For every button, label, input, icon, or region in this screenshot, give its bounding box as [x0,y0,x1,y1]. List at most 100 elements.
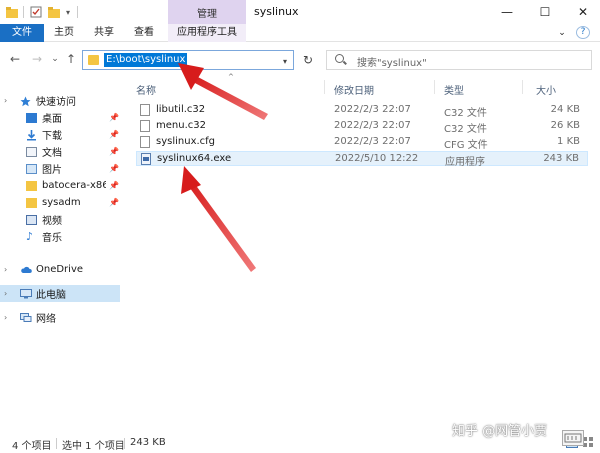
desktop-icon [26,112,37,123]
tab-file[interactable]: 文件 [0,24,44,42]
tab-share[interactable]: 共享 [88,24,120,42]
status-divider [124,438,125,449]
file-list-pane: ^ 名称 修改日期 类型 大小 libutil.c32 2022/2/3 22:… [124,73,594,428]
nav-item-quick-access[interactable]: › 快速访问 [0,92,120,109]
file-size: 1 KB [557,136,580,147]
expand-icon[interactable]: › [4,313,7,322]
qa-separator-2 [76,5,78,19]
column-header-date[interactable]: 修改日期 [334,82,374,97]
pin-icon: 📌 [109,147,119,156]
nav-label: batocera-x86_6 [42,180,106,191]
nav-item-desktop[interactable]: 桌面 📌 [0,109,120,126]
nav-label: sysadm [42,197,81,208]
file-icon [140,104,150,116]
nav-item-network[interactable]: › 网络 [0,309,120,326]
column-divider[interactable] [434,80,435,94]
file-date: 2022/2/3 22:07 [334,120,411,131]
qa-customize-icon[interactable]: ▾ [64,5,72,19]
column-header-type[interactable]: 类型 [444,82,464,97]
file-date: 2022/2/3 22:07 [334,136,411,147]
watermark-logo [562,430,584,446]
computer-icon [20,288,32,299]
file-row[interactable]: libutil.c32 2022/2/3 22:07 C32 文件 24 KB [136,103,588,119]
nav-item-documents[interactable]: 文档 📌 [0,143,120,160]
recent-locations-button[interactable]: ⌄ [48,52,62,66]
file-type: 应用程序 [445,157,485,168]
file-name: libutil.c32 [156,104,206,115]
file-icon [140,136,150,148]
address-row: ← → ⌄ ↑ E:\boot\syslinux ▾ ↻ 搜索"syslinux… [0,42,600,76]
column-divider[interactable] [522,80,523,94]
tab-app-tools[interactable]: 应用程序工具 [168,24,246,42]
expand-icon[interactable]: › [4,96,7,105]
nav-label: 图片 [42,165,62,176]
nav-label: 音乐 [42,233,62,244]
title-bar: ▾ 管理 syslinux — ☐ ✕ [0,0,600,24]
documents-icon [26,146,37,157]
back-button[interactable]: ← [8,52,22,66]
minimize-button[interactable]: — [492,2,522,22]
column-divider[interactable] [324,80,325,94]
folder-icon [26,197,37,208]
file-size: 26 KB [550,120,580,131]
address-dropdown-icon[interactable]: ▾ [283,57,287,66]
nav-item-batocera[interactable]: batocera-x86_6 📌 [0,177,120,194]
expand-icon[interactable]: › [4,289,7,298]
item-count: 4 个项目 [12,441,52,452]
address-input[interactable]: E:\boot\syslinux [82,50,294,70]
nav-label: 网络 [36,314,56,325]
nav-item-onedrive[interactable]: › OneDrive [0,261,120,278]
file-size: 24 KB [550,104,580,115]
download-icon [26,129,37,140]
nav-label: 此电脑 [36,290,66,301]
nav-item-downloads[interactable]: 下载 📌 [0,126,120,143]
file-type: C32 文件 [444,124,487,135]
ribbon-tabs: 文件 主页 共享 查看 应用程序工具 ⌄ ? [0,24,600,42]
file-row[interactable]: syslinux.cfg 2022/2/3 22:07 CFG 文件 1 KB [136,135,588,151]
nav-item-sysadm[interactable]: sysadm 📌 [0,194,120,211]
tab-view[interactable]: 查看 [128,24,160,42]
star-icon [20,96,31,106]
help-icon[interactable]: ? [576,26,590,39]
close-button[interactable]: ✕ [568,2,598,22]
network-icon [20,312,32,323]
new-folder-icon[interactable] [48,5,60,19]
file-name: menu.c32 [156,120,206,131]
file-type: C32 文件 [444,108,487,119]
pin-icon: 📌 [109,181,119,190]
maximize-button[interactable]: ☐ [530,2,560,22]
nav-item-this-pc[interactable]: › 此电脑 [0,285,120,302]
expand-icon[interactable]: › [4,265,7,274]
forward-button[interactable]: → [30,52,44,66]
nav-label: 下载 [42,131,62,142]
sort-indicator-icon: ^ [228,73,234,81]
search-input[interactable]: 搜索"syslinux" [326,50,592,70]
pin-icon: 📌 [109,113,119,122]
window-title: syslinux [254,5,299,18]
tab-home[interactable]: 主页 [48,24,80,42]
file-date: 2022/5/10 12:22 [335,153,419,164]
pin-icon: 📌 [109,198,119,207]
refresh-button[interactable]: ↻ [300,50,316,70]
ribbon-expand-icon[interactable]: ⌄ [556,24,568,42]
column-header-name[interactable]: 名称 [136,82,156,97]
file-row-selected[interactable]: syslinux64.exe 2022/5/10 12:22 应用程序 243 … [136,151,588,168]
up-button[interactable]: ↑ [64,52,78,66]
pin-icon: 📌 [109,130,119,139]
app-folder-icon[interactable] [6,5,18,19]
pictures-icon [26,163,37,174]
file-row[interactable]: menu.c32 2022/2/3 22:07 C32 文件 26 KB [136,119,588,135]
column-header-size[interactable]: 大小 [536,82,556,97]
nav-label: OneDrive [36,264,84,275]
videos-icon [26,214,37,225]
nav-item-videos[interactable]: 视频 [0,211,120,228]
nav-item-pictures[interactable]: 图片 📌 [0,160,120,177]
selected-size: 243 KB [130,437,166,448]
file-name: syslinux64.exe [157,153,232,164]
nav-item-music[interactable]: ♪ 音乐 [0,228,120,245]
exe-icon [141,153,151,165]
file-name: syslinux.cfg [156,136,216,147]
properties-icon[interactable] [30,5,42,19]
music-icon: ♪ [26,229,34,243]
address-path[interactable]: E:\boot\syslinux [104,53,188,67]
